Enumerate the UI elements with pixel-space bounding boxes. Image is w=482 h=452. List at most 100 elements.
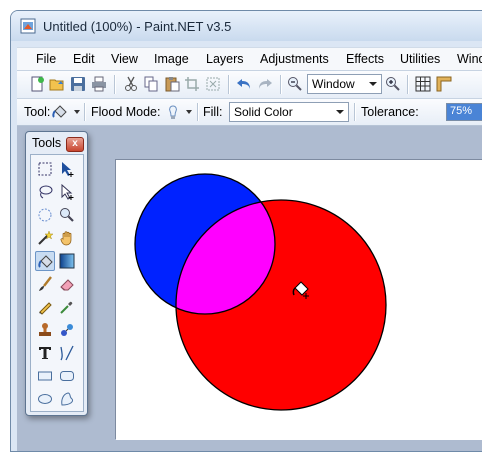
copy-icon[interactable] (143, 76, 159, 92)
recolor-tool[interactable] (57, 320, 77, 340)
toolbar-separator (228, 75, 230, 94)
paint-bucket-icon[interactable] (52, 104, 68, 120)
fill-combo-value: Solid Color (234, 105, 293, 119)
menu-view[interactable]: View (111, 52, 138, 66)
color-picker-tool[interactable] (57, 297, 77, 317)
rectangle-select-icon (38, 162, 52, 176)
print-icon[interactable] (91, 76, 107, 92)
magnifier-icon (60, 208, 74, 222)
tools-close-button[interactable]: x (66, 137, 84, 152)
toolbar-separator (407, 75, 409, 94)
ellipse-select-tool[interactable] (35, 205, 55, 225)
toolbar-separator (354, 103, 356, 121)
lasso-select-tool[interactable] (35, 182, 55, 202)
rectangle-icon (38, 371, 52, 381)
zoom-tool[interactable] (57, 205, 77, 225)
move-selection-icon (61, 184, 74, 200)
magic-wand-tool[interactable] (35, 228, 55, 248)
text-icon (39, 347, 51, 359)
grid-icon[interactable] (415, 76, 431, 92)
gradient-tool[interactable] (57, 251, 77, 271)
flood-mode-label: Flood Mode: (91, 105, 161, 119)
tools-window: Tools x (25, 131, 88, 416)
rectangle-select-tool[interactable] (35, 159, 55, 179)
paint-bucket-cursor-icon (292, 281, 309, 299)
menu-layers[interactable]: Layers (206, 52, 244, 66)
eyedropper-icon (60, 301, 73, 314)
zoom-out-icon[interactable] (287, 76, 303, 92)
paintbrush-icon (39, 276, 52, 291)
flood-mode-icon[interactable] (165, 104, 181, 120)
tools-window-title: Tools (32, 136, 62, 150)
menu-window[interactable]: Windo (457, 52, 482, 66)
toolbar-separator (280, 75, 282, 94)
paintbrush-tool[interactable] (35, 274, 55, 294)
pan-tool[interactable] (57, 228, 77, 248)
toolbar-separator (197, 103, 199, 121)
main-toolbar: Window (17, 71, 482, 99)
menu-image[interactable]: Image (154, 52, 189, 66)
freeform-shape-icon (61, 392, 74, 406)
menu-effects[interactable]: Effects (346, 52, 384, 66)
zoom-combo-value: Window (312, 77, 355, 91)
tolerance-slider[interactable]: 75% (446, 103, 482, 121)
tool-dropdown-arrow-icon[interactable] (74, 110, 80, 114)
zoom-combo[interactable]: Window (307, 74, 382, 94)
paste-icon[interactable] (164, 76, 180, 92)
pencil-tool[interactable] (35, 297, 55, 317)
line-curve-icon (60, 345, 74, 361)
rounded-rectangle-tool[interactable] (57, 366, 77, 386)
rectangle-tool[interactable] (35, 366, 55, 386)
zoom-in-icon[interactable] (385, 76, 401, 92)
magic-wand-icon (38, 230, 53, 245)
move-selected-pixels-icon (62, 162, 74, 177)
tools-grid (30, 154, 84, 412)
move-selection-outline-tool[interactable] (57, 182, 77, 202)
chevron-down-icon (336, 110, 344, 114)
toolbar-separator (84, 103, 86, 121)
menu-utilities[interactable]: Utilities (400, 52, 440, 66)
pencil-icon (39, 302, 52, 315)
crop-icon[interactable] (184, 76, 200, 92)
chevron-down-icon (369, 82, 377, 86)
new-image-icon[interactable] (29, 76, 45, 92)
paint-bucket-icon (38, 255, 53, 268)
undo-icon[interactable] (236, 76, 252, 92)
lasso-icon (39, 185, 53, 199)
rounded-rectangle-icon (60, 371, 74, 381)
redo-icon[interactable] (257, 76, 273, 92)
title-bar[interactable]: Untitled (100%) - Paint.NET v3.5 (11, 11, 482, 41)
freeform-shape-tool[interactable] (57, 389, 77, 409)
window-title: Untitled (100%) - Paint.NET v3.5 (43, 19, 232, 34)
image-canvas[interactable] (116, 160, 482, 440)
fill-combo[interactable]: Solid Color (229, 102, 349, 122)
paint-bucket-tool[interactable] (35, 251, 55, 271)
flood-mode-dropdown-arrow-icon[interactable] (186, 110, 192, 114)
tool-options-bar: Tool: Flood Mode: Fill: Solid Color Tole… (17, 99, 482, 126)
hand-icon (60, 231, 72, 246)
eraser-tool[interactable] (57, 274, 77, 294)
tolerance-value: 75% (450, 105, 473, 117)
cut-icon[interactable] (123, 76, 139, 92)
gradient-icon (59, 253, 75, 269)
eraser-icon (60, 279, 74, 291)
deselect-icon[interactable] (205, 76, 221, 92)
open-icon[interactable] (49, 76, 65, 92)
menu-bar: File Edit View Image Layers Adjustments … (17, 47, 482, 71)
menu-adjustments[interactable]: Adjustments (260, 52, 329, 66)
line-curve-tool[interactable] (57, 343, 77, 363)
canvas-drawing (134, 173, 387, 411)
text-tool[interactable] (35, 343, 55, 363)
menu-edit[interactable]: Edit (73, 52, 95, 66)
save-icon[interactable] (70, 76, 86, 92)
ruler-icon[interactable] (436, 76, 452, 92)
clone-stamp-tool[interactable] (35, 320, 55, 340)
stamp-icon (39, 323, 51, 336)
recolor-icon (61, 324, 73, 336)
menu-file[interactable]: File (36, 52, 56, 66)
move-selection-tool[interactable] (57, 159, 77, 179)
tolerance-label: Tolerance: (361, 105, 419, 119)
fill-label: Fill: (203, 105, 223, 119)
ellipse-tool[interactable] (35, 389, 55, 409)
ellipse-icon (38, 394, 52, 404)
